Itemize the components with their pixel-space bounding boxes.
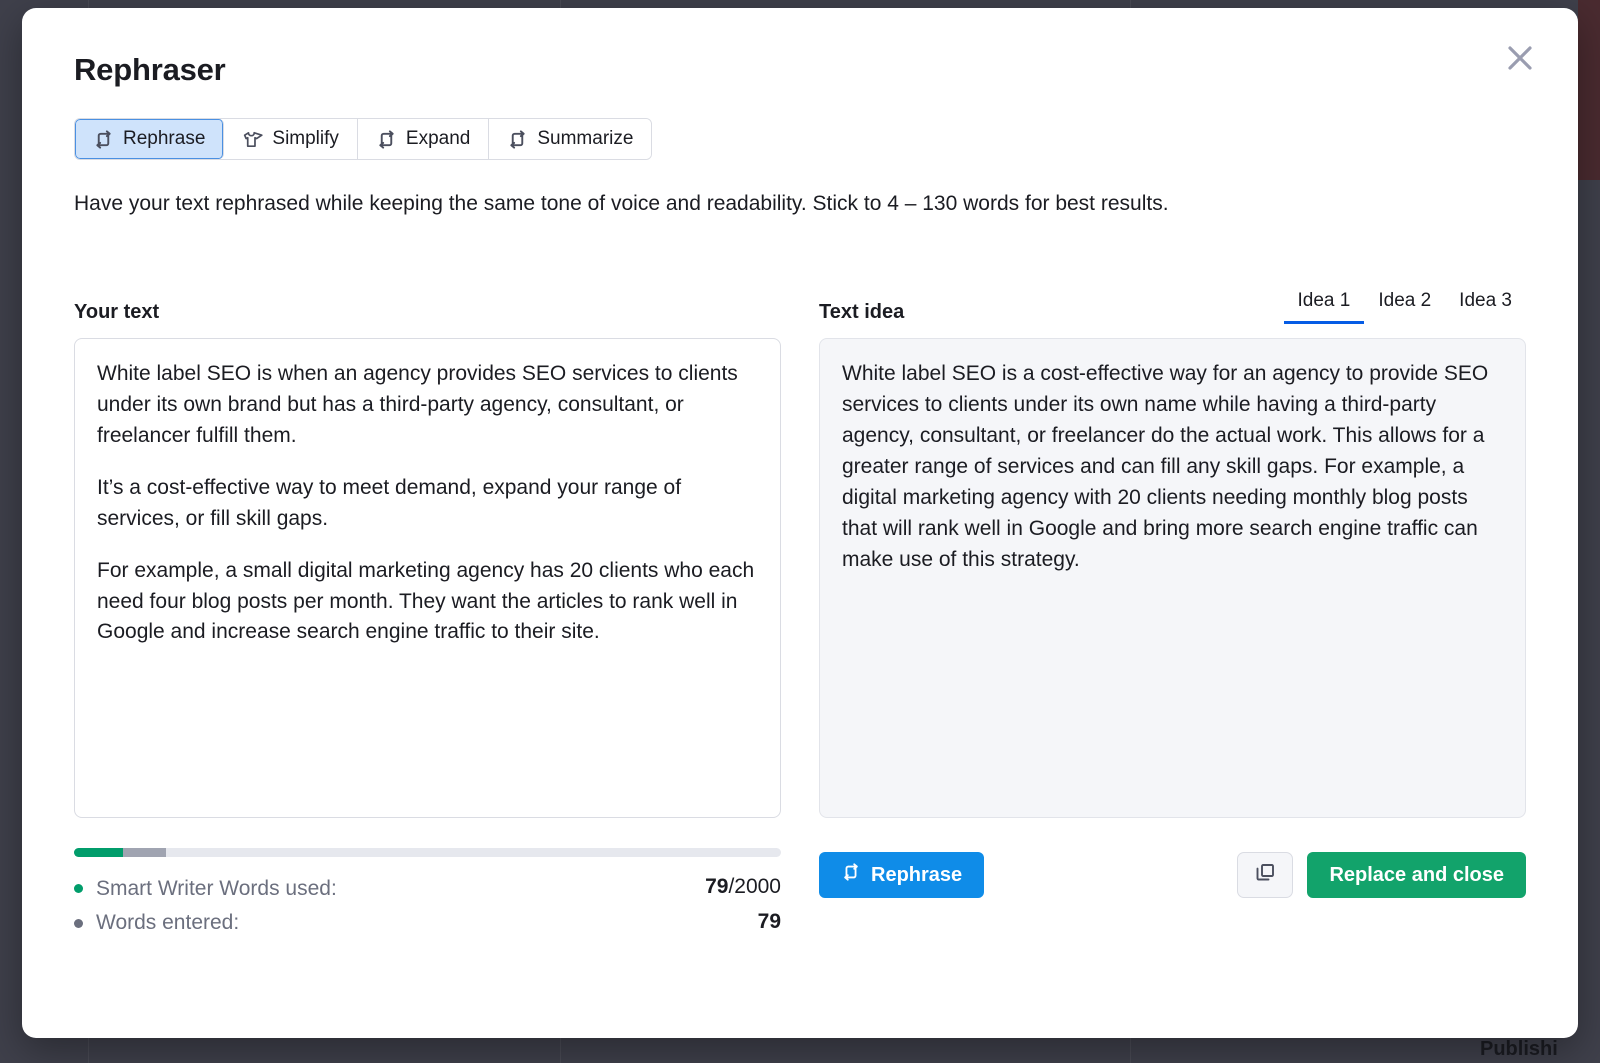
stat-value: 79: [758, 910, 781, 934]
text-idea-pane: Text idea Idea 1 Idea 2 Idea 3 White lab…: [819, 286, 1526, 818]
your-text-pane: Your text White label SEO is when an age…: [74, 286, 781, 818]
mode-tab-group: Rephrase Simplify Expand: [74, 118, 652, 160]
rephraser-modal: Rephraser Rephrase Simplify: [22, 8, 1578, 1038]
mode-tab-expand[interactable]: Expand: [358, 119, 489, 159]
mode-tab-label: Summarize: [537, 128, 633, 150]
mode-tab-summarize[interactable]: Summarize: [489, 119, 651, 159]
tab-idea-3[interactable]: Idea 3: [1445, 290, 1526, 324]
words-progress-bar: [74, 848, 781, 857]
close-icon: [1505, 43, 1535, 73]
text-idea-paragraph: White label SEO is a cost-effective way …: [842, 359, 1503, 575]
footer-actions: Rephrase Replace and close: [819, 848, 1526, 898]
right-action-group: Replace and close: [1237, 852, 1526, 898]
editor-panes: Your text White label SEO is when an age…: [74, 286, 1526, 818]
tshirt-icon: [242, 129, 263, 150]
rephrase-button-label: Rephrase: [871, 864, 962, 887]
modal-footer: Smart Writer Words used: 79/2000 Words e…: [74, 848, 1526, 944]
mode-tab-simplify[interactable]: Simplify: [224, 119, 358, 159]
stat-label: Smart Writer Words used:: [96, 877, 337, 901]
text-idea-header: Text idea Idea 1 Idea 2 Idea 3: [819, 286, 1526, 324]
your-text-input[interactable]: White label SEO is when an agency provid…: [74, 338, 781, 818]
text-idea-output[interactable]: White label SEO is a cost-effective way …: [819, 338, 1526, 818]
tab-idea-1[interactable]: Idea 1: [1284, 290, 1365, 324]
rephrase-arrows-icon: [376, 129, 397, 150]
close-button[interactable]: [1498, 36, 1542, 80]
stat-value-total: /2000: [728, 875, 781, 898]
copy-icon: [1254, 861, 1276, 889]
stat-smart-writer-words: Smart Writer Words used: 79/2000: [74, 875, 781, 901]
mode-tab-label: Expand: [406, 128, 470, 150]
copy-button[interactable]: [1237, 852, 1293, 898]
your-text-paragraph: For example, a small digital marketing a…: [97, 556, 758, 649]
text-idea-label: Text idea: [819, 301, 904, 324]
replace-and-close-button[interactable]: Replace and close: [1307, 852, 1526, 898]
status-dot: [74, 919, 83, 928]
your-text-paragraph: White label SEO is when an agency provid…: [97, 359, 758, 452]
stat-value-used: 79: [705, 875, 728, 898]
page-title: Rephraser: [74, 52, 1526, 88]
status-dot: [74, 884, 83, 893]
stat-label: Words entered:: [96, 911, 239, 935]
tab-idea-2[interactable]: Idea 2: [1364, 290, 1445, 324]
rephrase-arrows-icon: [507, 129, 528, 150]
rephrase-arrows-icon: [93, 129, 114, 150]
progress-pending-segment: [123, 848, 165, 857]
your-text-header: Your text: [74, 286, 781, 324]
stat-words-entered: Words entered: 79: [74, 910, 781, 936]
your-text-label: Your text: [74, 301, 159, 324]
idea-tab-group: Idea 1 Idea 2 Idea 3: [1284, 290, 1526, 324]
mode-tab-label: Simplify: [272, 128, 339, 150]
rephrase-arrows-icon: [841, 862, 861, 888]
mode-tab-label: Rephrase: [123, 128, 205, 150]
backdrop-ghost-label: Publishi: [1480, 1038, 1558, 1061]
your-text-paragraph: It’s a cost-effective way to meet demand…: [97, 473, 758, 535]
rephrase-button[interactable]: Rephrase: [819, 852, 984, 898]
progress-used-segment: [74, 848, 123, 857]
stat-value-entered: 79: [758, 910, 781, 933]
backdrop-accent: [1578, 0, 1600, 180]
usage-stats: Smart Writer Words used: 79/2000 Words e…: [74, 848, 781, 944]
stat-value: 79/2000: [705, 875, 781, 899]
mode-tab-rephrase[interactable]: Rephrase: [75, 119, 224, 159]
modal-subtitle: Have your text rephrased while keeping t…: [74, 190, 1526, 218]
